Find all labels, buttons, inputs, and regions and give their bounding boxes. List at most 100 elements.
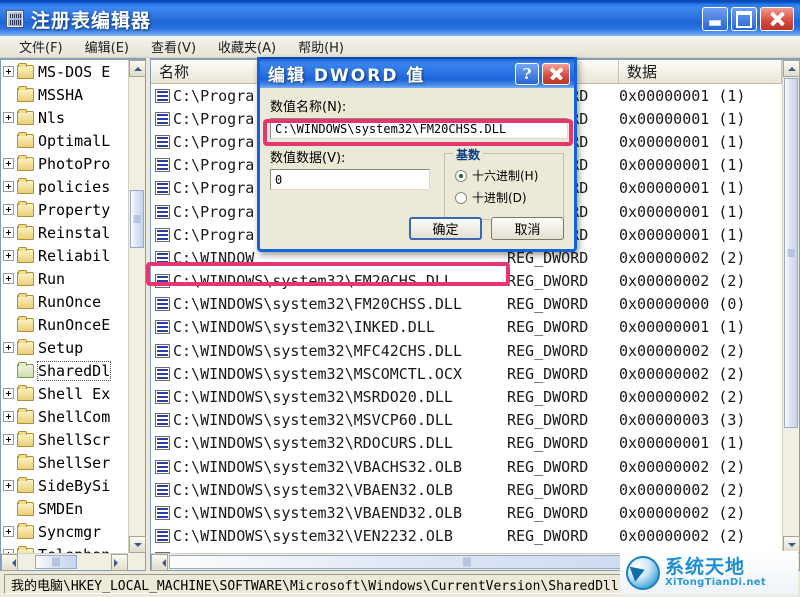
- table-row[interactable]: C:\WINDOWS\system32\MSVCP60.DLL REG_DWORD…: [151, 409, 782, 432]
- tree-item-runoncee[interactable]: RunOnceE: [1, 313, 128, 336]
- tree-item-sidebysi[interactable]: SideBySi: [1, 474, 128, 497]
- table-row[interactable]: C:\WINDOWS\system32\VBACHS32.OLB REG_DWOR…: [151, 455, 782, 478]
- expand-plus-icon[interactable]: [3, 66, 14, 77]
- folder-icon: [17, 292, 34, 309]
- radio-decimal[interactable]: 十进制(D): [455, 189, 555, 206]
- tree-scroll-down-icon[interactable]: [129, 536, 146, 553]
- radio-hexadecimal[interactable]: 十六进制(H): [455, 167, 555, 184]
- radio-hexadecimal-icon[interactable]: [455, 169, 467, 182]
- maximize-icon[interactable]: [731, 7, 757, 31]
- minimize-icon[interactable]: [702, 7, 728, 31]
- watermark-globe-icon: [626, 556, 660, 590]
- expand-plus-icon[interactable]: [3, 480, 14, 491]
- tree-item-photopro[interactable]: PhotoPro: [1, 152, 128, 175]
- cell-value-name-text: C:\WINDOWS\system32\MSVCP60.DLL: [173, 411, 453, 430]
- table-row[interactable]: C:\WINDOWS\system32\MFC42CHS.DLL REG_DWOR…: [151, 339, 782, 362]
- tree-item-shellcom[interactable]: ShellCom: [1, 405, 128, 428]
- tree-item-shellscr[interactable]: ShellScr: [1, 428, 128, 451]
- column-header-data[interactable]: 数据: [619, 60, 782, 83]
- watermark-text: 系统天地 XiTongTianDi.net: [665, 557, 766, 588]
- table-row[interactable]: C:\WINDOWS\system32\FM20CHSS.DLL REG_DWOR…: [151, 293, 782, 316]
- list-vertical-scrollbar[interactable]: [782, 60, 800, 553]
- tree-item-label: Property: [38, 200, 111, 219]
- list-scroll-up-icon[interactable]: [783, 60, 800, 77]
- table-row[interactable]: C:\WINDOWS\system32\VBAEN32.OLB REG_DWORD…: [151, 478, 782, 501]
- tree-item-mssha[interactable]: MSSHA: [1, 83, 128, 106]
- tree-item-property[interactable]: Property: [1, 198, 128, 221]
- cell-value-name: C:\WINDOWS\system32\INKED.DLL: [151, 318, 507, 336]
- radio-decimal-icon[interactable]: [455, 191, 467, 204]
- tree-item-ms-dos-e[interactable]: MS-DOS E: [1, 60, 128, 83]
- menu-help[interactable]: 帮助(H): [287, 35, 355, 58]
- help-icon[interactable]: ?: [515, 62, 539, 85]
- tree-item-policies[interactable]: policies: [1, 175, 128, 198]
- close-icon[interactable]: [760, 7, 794, 31]
- expand-plus-icon[interactable]: [3, 273, 14, 284]
- tree-item-shareddl[interactable]: SharedDl: [1, 359, 128, 382]
- tree-item-reinstal[interactable]: Reinstal: [1, 221, 128, 244]
- table-row[interactable]: C:\WINDOWS\system32\FM20CHS.DLL REG_DWORD…: [151, 270, 782, 293]
- tree-item-smden[interactable]: SMDEn: [1, 497, 128, 520]
- tree-scroll-left-icon[interactable]: [1, 554, 18, 571]
- menu-view[interactable]: 查看(V): [140, 35, 207, 58]
- menu-favorites[interactable]: 收藏夹(A): [207, 35, 287, 58]
- tree-item-shell-ex[interactable]: Shell Ex: [1, 382, 128, 405]
- cell-value-type: REG_DWORD: [507, 364, 589, 383]
- cell-value-name: C:\WINDOWS\system32\MSVCP60.DLL: [151, 411, 507, 429]
- dialog-close-icon[interactable]: [542, 62, 570, 85]
- menu-edit[interactable]: 编辑(E): [74, 35, 140, 58]
- cell-value-name-text: C:\WINDOW: [173, 248, 255, 267]
- tree-item-shellser[interactable]: ShellSer: [1, 451, 128, 474]
- expand-plus-icon[interactable]: [3, 181, 14, 192]
- tree-item-reliabil[interactable]: Reliabil: [1, 244, 128, 267]
- table-row[interactable]: C:\WINDOWS\system32\RDOCURS.DLL REG_DWORD…: [151, 432, 782, 455]
- expand-plus-icon[interactable]: [3, 204, 14, 215]
- ok-button[interactable]: 确定: [409, 217, 482, 240]
- tree-item-nls[interactable]: Nls: [1, 106, 128, 129]
- registry-tree-list[interactable]: MS-DOS E MSSHA Nls OptimalL PhotoPro policies…: [1, 60, 128, 553]
- expand-plus-icon[interactable]: [3, 158, 14, 169]
- tree-item-syncmgr[interactable]: Syncmgr: [1, 520, 128, 543]
- expand-plus-icon[interactable]: [3, 112, 14, 123]
- cell-value-name: C:\WINDOWS\system32\FM20CHSS.DLL: [151, 295, 507, 313]
- tree-vertical-thumb[interactable]: [130, 190, 144, 248]
- registry-tree-pane[interactable]: MS-DOS E MSSHA Nls OptimalL PhotoPro policies…: [0, 58, 146, 571]
- tree-scroll-up-icon[interactable]: [129, 60, 146, 77]
- expand-plus-icon[interactable]: [3, 388, 14, 399]
- tree-vertical-scrollbar[interactable]: [128, 60, 146, 553]
- expand-plus-icon[interactable]: [3, 250, 14, 261]
- list-vertical-thumb[interactable]: [784, 78, 798, 428]
- value-name-input[interactable]: C:\WINDOWS\system32\FM20CHSS.DLL: [270, 118, 568, 139]
- cell-value-name: C:\WINDOWS\system32\MFC42CHS.DLL: [151, 342, 507, 360]
- tree-horizontal-scrollbar[interactable]: [1, 553, 128, 571]
- tree-item-label: ShellScr: [38, 430, 111, 449]
- cancel-button[interactable]: 取消: [491, 217, 564, 240]
- expand-plus-icon[interactable]: [3, 434, 14, 445]
- expand-plus-icon[interactable]: [3, 342, 14, 353]
- cell-value-name: C:\WINDOWS\system32\VBAEN32.OLB: [151, 481, 507, 499]
- tree-item-setup[interactable]: Setup: [1, 336, 128, 359]
- folder-icon: [17, 499, 34, 516]
- tree-item-optimall[interactable]: OptimalL: [1, 129, 128, 152]
- table-row[interactable]: C:\WINDOWS\system32\VEN2232.OLB REG_DWORD…: [151, 525, 782, 548]
- expand-plus-icon[interactable]: [3, 411, 14, 422]
- tree-item-label: Shell Ex: [38, 384, 111, 403]
- expand-plus-icon[interactable]: [3, 526, 14, 537]
- tree-item-telephon[interactable]: Telephon: [1, 543, 128, 553]
- folder-icon: [17, 246, 34, 263]
- table-row[interactable]: C:\WINDOWS\system32\INKED.DLL REG_DWORD 0x…: [151, 316, 782, 339]
- tree-item-label: Nls: [38, 108, 66, 127]
- tree-scroll-right-icon[interactable]: [111, 554, 128, 571]
- list-scroll-left-icon[interactable]: [151, 554, 168, 571]
- table-row[interactable]: C:\WINDOWS\system32\MSRDO20.DLL REG_DWORD…: [151, 385, 782, 408]
- table-row[interactable]: C:\WINDOWS\system32\MSCOMCTL.OCX REG_DWOR…: [151, 362, 782, 385]
- table-row[interactable]: C:\WINDOWS\system32\VBAEND32.OLB REG_DWOR…: [151, 501, 782, 524]
- tree-item-runonce[interactable]: RunOnce: [1, 290, 128, 313]
- tree-item-run[interactable]: Run: [1, 267, 128, 290]
- expand-plus-icon[interactable]: [3, 227, 14, 238]
- radio-decimal-label: 十进制(D): [472, 191, 527, 205]
- base-radio-group: 基数 十六进制(H) 十进制(D): [444, 146, 564, 220]
- value-data-input[interactable]: 0: [270, 169, 430, 190]
- menu-file[interactable]: 文件(F): [8, 35, 74, 58]
- tree-horizontal-thumb[interactable]: [35, 555, 77, 569]
